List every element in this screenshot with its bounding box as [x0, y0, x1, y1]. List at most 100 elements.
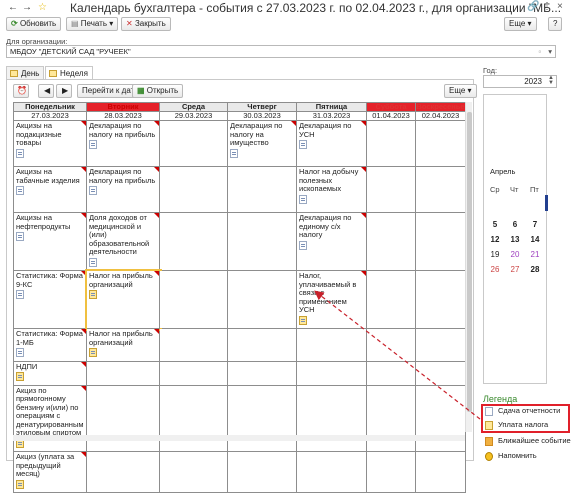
close-window-icon[interactable]: ×: [557, 1, 563, 12]
tab-week[interactable]: Неделя: [45, 66, 93, 80]
calendar-cell[interactable]: [159, 384, 228, 452]
calendar-event[interactable]: Акцизы на нефтепродукты: [14, 213, 86, 245]
calendar-cell[interactable]: Налог на прибыль организаций: [84, 268, 162, 331]
calendar-cell[interactable]: [227, 451, 297, 493]
calendar-cell[interactable]: [296, 360, 367, 386]
calendar-event[interactable]: Акциз по прямогонному бензину и(или) по …: [14, 386, 86, 452]
calendar-event[interactable]: НДПИ: [14, 362, 86, 385]
mini-calendar-day[interactable]: 5: [488, 220, 502, 229]
refresh-button[interactable]: ⟳ Обновить: [6, 17, 62, 31]
calendar-cell[interactable]: [415, 451, 466, 493]
calendar-cell[interactable]: [86, 384, 160, 452]
close-button[interactable]: ✕ Закрыть: [121, 17, 171, 31]
back-arrow-icon[interactable]: ←: [8, 2, 18, 13]
alarm-button[interactable]: ⏰: [13, 84, 29, 98]
calendar-cell[interactable]: Акциз (уплата за предыдущий месяц): [13, 451, 87, 493]
calendar-cell[interactable]: [296, 328, 367, 362]
calendar-event[interactable]: Доля доходов от медицинской и (или) обра…: [87, 213, 159, 270]
calendar-cell[interactable]: Акцизы на нефтепродукты: [13, 212, 87, 271]
dropdown-icon[interactable]: ▾: [548, 46, 552, 57]
calendar-cell[interactable]: Декларация по налогу на имущество: [227, 120, 297, 167]
calendar-cell[interactable]: Декларация по единому с/х налогу: [296, 212, 367, 271]
tab-day[interactable]: День: [6, 66, 45, 80]
calendar-cell[interactable]: [227, 328, 297, 362]
calendar-cell[interactable]: Налог на прибыль организаций: [86, 328, 160, 362]
spin-arrows-icon[interactable]: ▲ ▼: [548, 75, 554, 86]
calendar-cell[interactable]: [159, 212, 228, 271]
mini-calendar-day[interactable]: 6: [508, 220, 522, 229]
mini-calendar-day[interactable]: 7: [528, 220, 542, 229]
favorite-star-icon[interactable]: ☆: [38, 2, 47, 13]
calendar-cell[interactable]: [296, 384, 367, 452]
calendar-event[interactable]: Статистика: Форма 9-КС: [14, 271, 86, 303]
calendar-cell[interactable]: [415, 166, 466, 213]
mini-calendar-day[interactable]: 28: [528, 265, 542, 274]
prev-week-button[interactable]: ◀: [38, 84, 54, 98]
calendar-cell[interactable]: Статистика: Форма 1-МБ: [13, 328, 87, 362]
calendar-event[interactable]: Акцизы на табачные изделия: [14, 167, 86, 199]
next-week-button[interactable]: ▶: [56, 84, 72, 98]
calendar-event[interactable]: Статистика: Форма 1-МБ: [14, 329, 86, 361]
calendar-cell[interactable]: [366, 120, 416, 167]
calendar-cell[interactable]: Декларация по налогу на прибыль: [86, 120, 160, 167]
calendar-cell[interactable]: [415, 328, 466, 362]
mini-calendar-day[interactable]: 19: [488, 250, 502, 259]
print-button[interactable]: ▤ Печать ▾: [66, 17, 119, 31]
vertical-scrollbar[interactable]: [465, 102, 472, 432]
menu-dots-icon[interactable]: ⋮: [542, 1, 552, 12]
calendar-cell[interactable]: Декларация по налогу на прибыль: [86, 166, 160, 213]
open-icon[interactable]: ▫: [538, 46, 541, 57]
mini-calendar-day[interactable]: 21: [528, 250, 542, 259]
calendar-cell[interactable]: [227, 270, 297, 329]
mini-calendar-day[interactable]: 12: [488, 235, 502, 244]
calendar-cell[interactable]: Налог, уплачиваемый в связи с применение…: [296, 270, 367, 329]
calendar-cell[interactable]: [415, 120, 466, 167]
forward-arrow-icon[interactable]: →: [22, 2, 32, 13]
calendar-cell[interactable]: [366, 166, 416, 213]
calendar-cell[interactable]: [159, 328, 228, 362]
calendar-cell[interactable]: Статистика: Форма 9-КС: [13, 270, 87, 329]
calendar-cell[interactable]: [415, 270, 466, 329]
calendar-cell[interactable]: Акцизы на табачные изделия: [13, 166, 87, 213]
calendar-cell[interactable]: [86, 451, 160, 493]
calendar-cell[interactable]: [159, 360, 228, 386]
link-icon[interactable]: 🔗: [527, 1, 539, 12]
calendar-cell[interactable]: [415, 212, 466, 271]
calendar-cell[interactable]: [159, 451, 228, 493]
mini-calendar-day[interactable]: 20: [508, 250, 522, 259]
calendar-cell[interactable]: [159, 166, 228, 213]
calendar-cell[interactable]: [366, 451, 416, 493]
calendar-event[interactable]: Декларация по УСН: [297, 121, 366, 153]
open-button[interactable]: ▦ Открыть: [132, 84, 184, 98]
calendar-cell[interactable]: [227, 166, 297, 213]
calendar-event[interactable]: Декларация по единому с/х налогу: [297, 213, 366, 253]
calendar-event[interactable]: Налог на прибыль организаций: [87, 329, 159, 361]
calendar-event[interactable]: Акцизы на подакцизные товары: [14, 121, 86, 161]
calendar-more-button[interactable]: Еще ▾: [444, 84, 477, 98]
calendar-cell[interactable]: Декларация по УСН: [296, 120, 367, 167]
calendar-event[interactable]: Налог на добычу полезных ископаемых: [297, 167, 366, 207]
calendar-cell[interactable]: [366, 328, 416, 362]
calendar-event[interactable]: Декларация по налогу на прибыль: [87, 121, 159, 153]
mini-calendar[interactable]: Апрель Ср Чт Пт 5 6 7 12 13 14 19 20 21 26 27 28: [483, 94, 548, 384]
calendar-cell[interactable]: Акцизы на подакцизные товары: [13, 120, 87, 167]
org-field[interactable]: МБДОУ "ДЕТСКИЙ САД "РУЧЕЕК" ▾ ▫: [6, 45, 556, 58]
calendar-cell[interactable]: [86, 360, 160, 386]
mini-calendar-day[interactable]: 27: [508, 265, 522, 274]
mini-calendar-day[interactable]: 26: [488, 265, 502, 274]
calendar-cell[interactable]: Доля доходов от медицинской и (или) обра…: [86, 212, 160, 271]
calendar-cell[interactable]: [415, 384, 466, 452]
mini-calendar-day[interactable]: 14: [528, 235, 542, 244]
calendar-event[interactable]: Декларация по налогу на имущество: [228, 121, 296, 161]
calendar-cell[interactable]: [159, 120, 228, 167]
horizontal-scrollbar[interactable]: [13, 435, 465, 441]
calendar-cell[interactable]: [227, 360, 297, 386]
calendar-cell[interactable]: [227, 212, 297, 271]
calendar-cell[interactable]: НДПИ: [13, 360, 87, 386]
calendar-event[interactable]: Акциз (уплата за предыдущий месяц): [14, 452, 86, 492]
calendar-cell[interactable]: [366, 212, 416, 271]
year-field[interactable]: 2023 ▲ ▼: [483, 75, 557, 88]
calendar-cell[interactable]: [296, 451, 367, 493]
calendar-event[interactable]: Налог, уплачиваемый в связи с применение…: [297, 271, 366, 328]
calendar-cell[interactable]: [159, 270, 228, 329]
